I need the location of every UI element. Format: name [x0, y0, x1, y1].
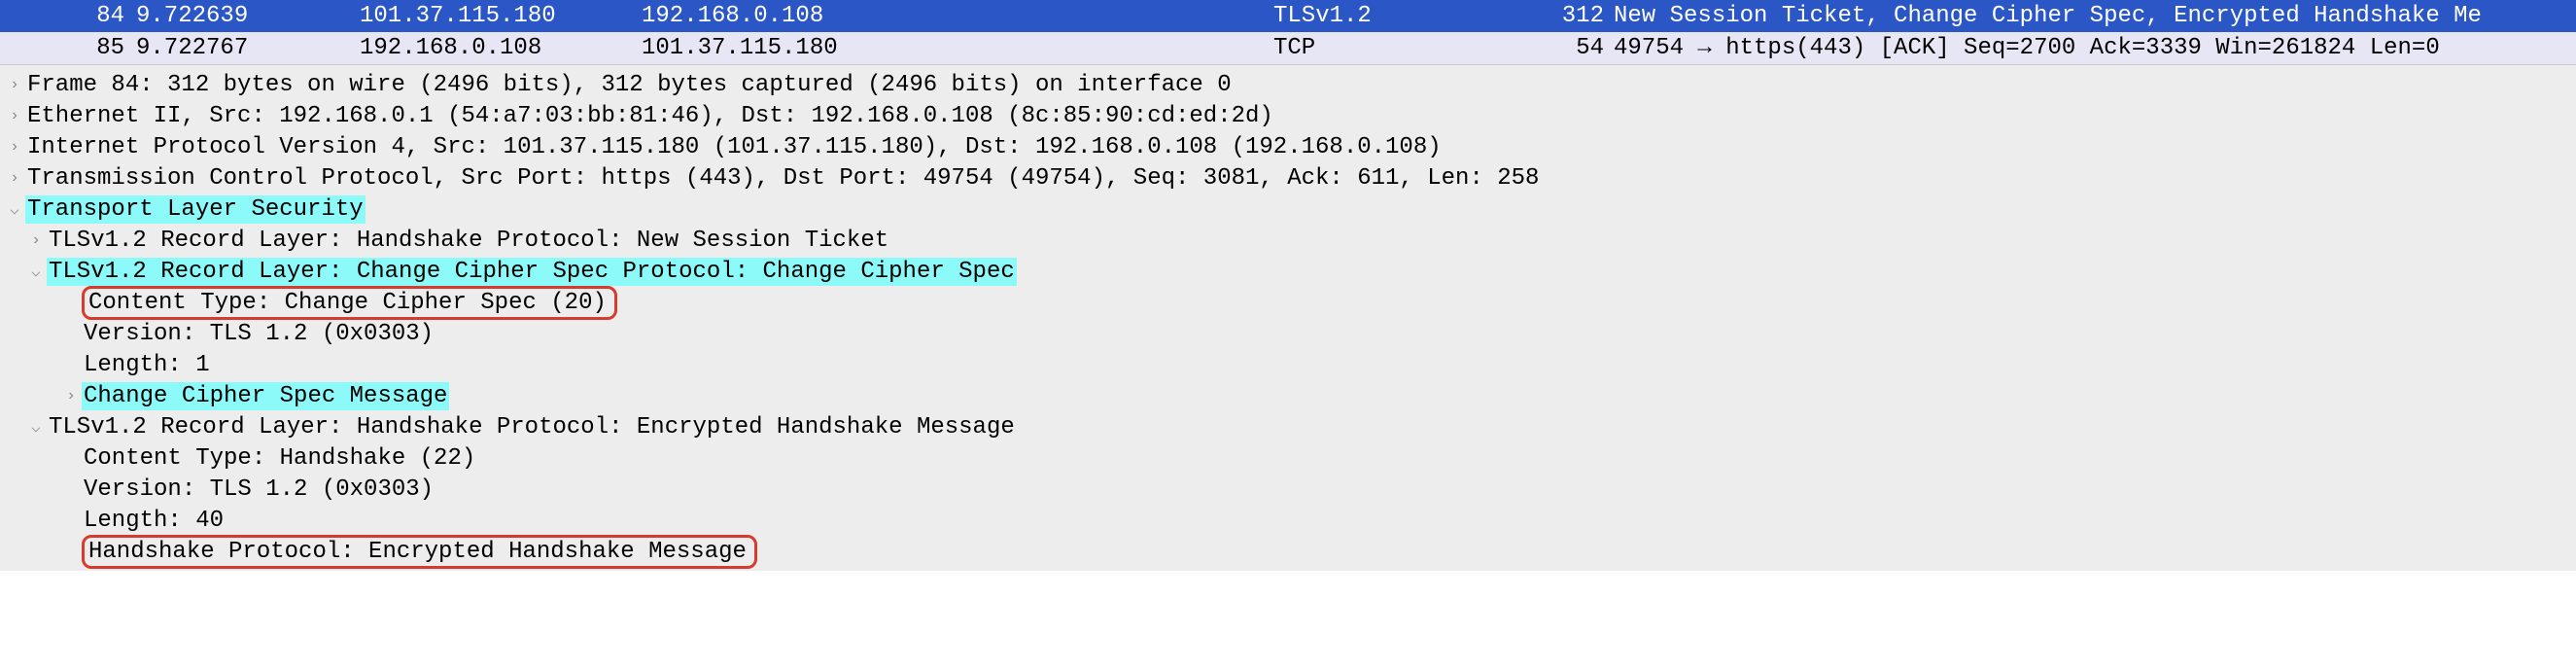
col-protocol: TCP [1273, 35, 1546, 61]
col-info: New Session Ticket, Change Cipher Spec, … [1614, 3, 2566, 29]
tree-label: Version: TLS 1.2 (0x0303) [82, 320, 435, 348]
tree-label: Length: 1 [82, 351, 212, 379]
col-time: 9.722639 [136, 3, 360, 29]
chevron-right-icon[interactable]: › [62, 387, 80, 405]
tree-node-ip[interactable]: › Internet Protocol Version 4, Src: 101.… [0, 131, 2576, 162]
tree-node-content-type[interactable]: · Content Type: Change Cipher Spec (20) [0, 287, 2576, 318]
spacer-icon: · [62, 449, 80, 467]
tree-label: Ethernet II, Src: 192.168.0.1 (54:a7:03:… [25, 102, 1275, 130]
packet-list[interactable]: 84 9.722639 101.37.115.180 192.168.0.108… [0, 0, 2576, 65]
tree-node-record-change-cipher-spec[interactable]: ⌵ TLSv1.2 Record Layer: Change Cipher Sp… [0, 256, 2576, 287]
tree-label: Transport Layer Security [25, 195, 366, 224]
spacer-icon: · [62, 511, 80, 529]
chevron-right-icon[interactable]: › [6, 169, 23, 187]
tree-node-handshake-protocol[interactable]: · Handshake Protocol: Encrypted Handshak… [0, 536, 2576, 567]
col-no: 85 [10, 35, 136, 61]
chevron-right-icon[interactable]: › [6, 107, 23, 124]
tree-label: Internet Protocol Version 4, Src: 101.37… [25, 133, 1444, 161]
spacer-icon: · [62, 356, 80, 373]
chevron-right-icon[interactable]: › [27, 231, 45, 249]
tree-label: Length: 40 [82, 507, 226, 535]
tree-node-record-encrypted-handshake[interactable]: ⌵ TLSv1.2 Record Layer: Handshake Protoc… [0, 411, 2576, 442]
tree-node-version[interactable]: · Version: TLS 1.2 (0x0303) [0, 474, 2576, 505]
tree-node-record-session-ticket[interactable]: › TLSv1.2 Record Layer: Handshake Protoc… [0, 225, 2576, 256]
packet-row[interactable]: 84 9.722639 101.37.115.180 192.168.0.108… [0, 0, 2576, 32]
spacer-icon: · [62, 325, 80, 342]
tree-label: Change Cipher Spec Message [82, 382, 449, 410]
tree-label: Content Type: Change Cipher Spec (20) [87, 289, 609, 317]
chevron-right-icon[interactable]: › [6, 76, 23, 93]
tree-label: Content Type: Handshake (22) [82, 444, 477, 473]
packet-details-tree[interactable]: › Frame 84: 312 bytes on wire (2496 bits… [0, 65, 2576, 571]
highlight-box: Handshake Protocol: Encrypted Handshake … [82, 535, 757, 569]
tree-label: TLSv1.2 Record Layer: Handshake Protocol… [47, 413, 1017, 441]
tree-node-tcp[interactable]: › Transmission Control Protocol, Src Por… [0, 162, 2576, 194]
tree-node-ethernet[interactable]: › Ethernet II, Src: 192.168.0.1 (54:a7:0… [0, 100, 2576, 131]
tree-label: TLSv1.2 Record Layer: Handshake Protocol… [47, 227, 890, 255]
tree-node-change-cipher-spec-message[interactable]: › Change Cipher Spec Message [0, 380, 2576, 411]
spacer-icon: · [62, 480, 80, 498]
tree-label: Version: TLS 1.2 (0x0303) [82, 475, 435, 504]
chevron-down-icon[interactable]: ⌵ [27, 417, 45, 437]
packet-row[interactable]: 85 9.722767 192.168.0.108 101.37.115.180… [0, 32, 2576, 64]
tree-node-frame[interactable]: › Frame 84: 312 bytes on wire (2496 bits… [0, 69, 2576, 100]
highlight-box: Content Type: Change Cipher Spec (20) [82, 286, 617, 320]
chevron-down-icon[interactable]: ⌵ [27, 262, 45, 281]
tree-label: Transmission Control Protocol, Src Port:… [25, 164, 1541, 193]
col-source: 192.168.0.108 [360, 35, 642, 61]
col-length: 312 [1546, 3, 1614, 29]
col-source: 101.37.115.180 [360, 3, 642, 29]
tree-label: Handshake Protocol: Encrypted Handshake … [87, 538, 748, 566]
spacer-icon: · [62, 543, 80, 560]
tree-label: Frame 84: 312 bytes on wire (2496 bits),… [25, 71, 1234, 99]
col-length: 54 [1546, 35, 1614, 61]
tree-node-tls[interactable]: ⌵ Transport Layer Security [0, 194, 2576, 225]
col-time: 9.722767 [136, 35, 360, 61]
col-dest: 192.168.0.108 [642, 3, 1273, 29]
tree-label: TLSv1.2 Record Layer: Change Cipher Spec… [47, 258, 1017, 286]
tree-node-content-type[interactable]: · Content Type: Handshake (22) [0, 442, 2576, 474]
tree-node-version[interactable]: · Version: TLS 1.2 (0x0303) [0, 318, 2576, 349]
col-dest: 101.37.115.180 [642, 35, 1273, 61]
col-info: 49754 → https(443) [ACK] Seq=2700 Ack=33… [1614, 35, 2566, 61]
tree-node-length[interactable]: · Length: 1 [0, 349, 2576, 380]
col-no: 84 [10, 3, 136, 29]
tree-node-length[interactable]: · Length: 40 [0, 505, 2576, 536]
chevron-down-icon[interactable]: ⌵ [6, 199, 23, 219]
col-protocol: TLSv1.2 [1273, 3, 1546, 29]
spacer-icon: · [62, 294, 80, 311]
chevron-right-icon[interactable]: › [6, 138, 23, 156]
